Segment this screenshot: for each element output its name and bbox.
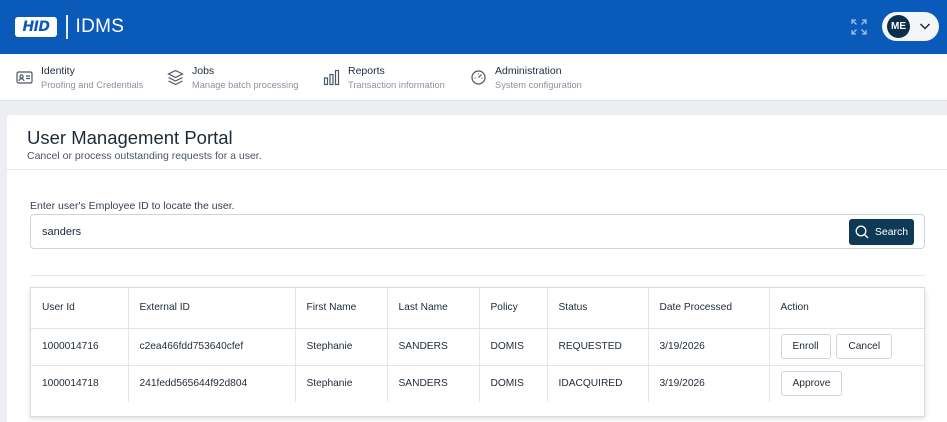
table-header-row: User Id External ID First Name Last Name… — [31, 288, 926, 329]
fullscreen-icon[interactable] — [851, 19, 867, 35]
results-table-card: User Id External ID First Name Last Name… — [30, 287, 926, 417]
approve-button[interactable]: Approve — [780, 371, 843, 397]
column-header[interactable]: User Id — [31, 288, 129, 329]
enroll-button[interactable]: Enroll — [780, 334, 831, 359]
divider — [30, 275, 925, 276]
cancel-button[interactable]: Cancel — [836, 334, 893, 359]
cell-external-id: 241fedd565644f92d804 — [128, 364, 296, 402]
cell-external-id: c2ea466fdd753640cfef — [128, 328, 296, 365]
cell-first-name: Stephanie — [295, 328, 388, 365]
nav-title: Reports — [348, 65, 385, 77]
column-header[interactable]: Status — [547, 288, 649, 329]
cell-first-name: Stephanie — [295, 364, 388, 402]
results-table: User Id External ID First Name Last Name… — [31, 288, 926, 402]
hid-logo: HID — [15, 17, 57, 37]
layers-icon — [167, 69, 184, 86]
cell-status: REQUESTED — [547, 328, 649, 365]
nav-subtitle: System configuration — [495, 80, 582, 90]
nav-subtitle: Manage batch processing — [192, 80, 299, 90]
nav-title: Jobs — [192, 65, 215, 77]
user-menu-button[interactable]: ME — [882, 12, 939, 41]
main-panel: User Management Portal Cancel or process… — [7, 115, 947, 422]
brand-divider — [66, 15, 68, 39]
app-name: IDMS — [75, 16, 125, 37]
cell-status: IDACQUIRED — [547, 364, 649, 402]
cell-actions: Approve — [769, 364, 926, 402]
nav-title: Administration — [495, 65, 562, 77]
column-header[interactable]: Last Name — [387, 288, 480, 329]
page-title: User Management Portal — [27, 127, 233, 148]
nav-subtitle: Proofing and Credentials — [41, 80, 144, 90]
column-header[interactable]: External ID — [128, 288, 296, 329]
cell-last-name: SANDERS — [387, 328, 480, 365]
column-header: Action — [769, 288, 926, 329]
column-header[interactable]: Date Processed — [648, 288, 770, 329]
id-card-icon — [16, 71, 33, 84]
chevron-down-icon — [919, 23, 931, 30]
cell-policy: DOMIS — [479, 328, 548, 365]
cell-date-processed: 3/19/2026 — [648, 328, 770, 365]
column-header[interactable]: First Name — [295, 288, 388, 329]
cell-policy: DOMIS — [479, 364, 548, 402]
divider — [7, 169, 947, 170]
nav-title: Identity — [41, 65, 75, 77]
cell-user-id: 1000014716 — [31, 328, 129, 365]
brand-logo[interactable]: HID IDMS — [15, 14, 124, 40]
cell-date-processed: 3/19/2026 — [648, 364, 770, 402]
top-header: HID IDMS ME — [0, 0, 947, 54]
avatar: ME — [887, 15, 910, 38]
employee-id-search-input[interactable] — [42, 215, 842, 248]
cell-last-name: SANDERS — [387, 364, 480, 402]
table-row: 1000014718 241fedd565644f92d804 Stephani… — [31, 364, 926, 402]
table-row: 1000014716 c2ea466fdd753640cfef Stephani… — [31, 328, 926, 365]
cell-actions: Enroll Cancel — [769, 328, 926, 365]
search-button[interactable]: Search — [849, 219, 914, 245]
nav-subtitle: Transaction information — [348, 80, 445, 90]
search-icon — [855, 225, 869, 239]
page-subtitle: Cancel or process outstanding requests f… — [27, 150, 262, 162]
search-label: Enter user's Employee ID to locate the u… — [30, 200, 235, 212]
bar-chart-icon — [323, 69, 340, 86]
main-nav: Identity Proofing and Credentials Jobs M… — [0, 54, 947, 101]
search-box: Search — [30, 214, 925, 249]
admin-gauge-icon — [471, 70, 486, 85]
search-button-label: Search — [874, 226, 909, 238]
cell-user-id: 1000014718 — [31, 364, 129, 402]
column-header[interactable]: Policy — [479, 288, 548, 329]
